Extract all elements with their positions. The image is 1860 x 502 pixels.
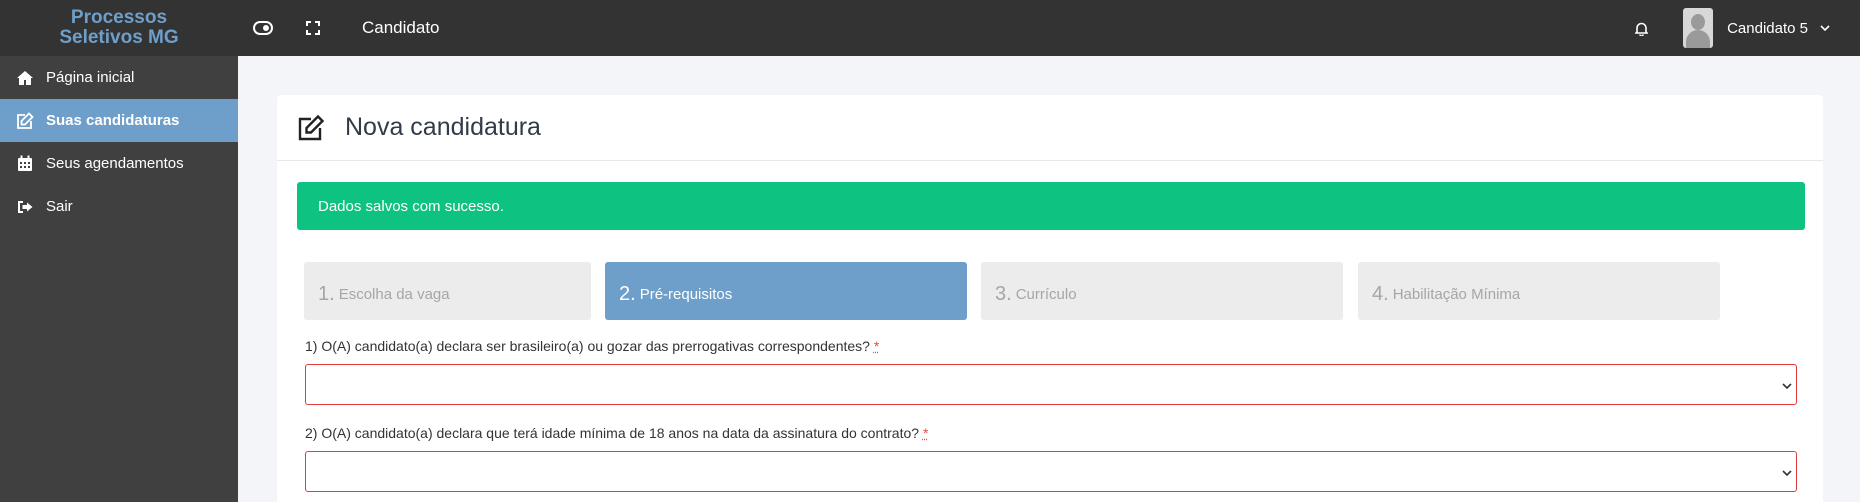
page-title: Nova candidatura bbox=[345, 113, 541, 142]
step-habilitacao-minima[interactable]: 4. Habilitação Mínima bbox=[1358, 262, 1720, 320]
step-label: Habilitação Mínima bbox=[1393, 286, 1521, 303]
avatar[interactable] bbox=[1683, 8, 1713, 48]
step-number: 2. bbox=[619, 283, 636, 306]
step-number: 3. bbox=[995, 283, 1012, 306]
question-text: 1) O(A) candidato(a) declara ser brasile… bbox=[305, 338, 870, 354]
chevron-down-icon[interactable] bbox=[1820, 25, 1830, 31]
sidebar-item-label: Seus agendamentos bbox=[46, 155, 184, 172]
step-label: Pré-requisitos bbox=[640, 286, 733, 303]
question-2-select[interactable] bbox=[305, 451, 1797, 492]
toggle-sidebar-icon[interactable] bbox=[238, 0, 288, 56]
step-label: Currículo bbox=[1016, 286, 1077, 303]
alert-message: Dados salvos com sucesso. bbox=[318, 198, 504, 215]
sidebar-item-sair[interactable]: Sair bbox=[0, 185, 238, 228]
bell-icon[interactable] bbox=[1611, 21, 1671, 36]
top-navbar: Processos Seletivos MG Candidato Candida… bbox=[0, 0, 1860, 56]
sidebar: Página inicial Suas candidaturas Seus ag… bbox=[0, 56, 238, 502]
sign-out-icon bbox=[16, 198, 34, 216]
question-text: 2) O(A) candidato(a) declara que terá id… bbox=[305, 425, 919, 441]
step-number: 4. bbox=[1372, 283, 1389, 306]
home-icon bbox=[16, 69, 34, 87]
required-mark: * bbox=[874, 338, 879, 354]
fullscreen-icon[interactable] bbox=[288, 0, 338, 56]
brand-logo[interactable]: Processos Seletivos MG bbox=[0, 0, 238, 56]
step-curriculo[interactable]: 3. Currículo bbox=[981, 262, 1343, 320]
sidebar-item-candidaturas[interactable]: Suas candidaturas bbox=[0, 99, 238, 142]
step-label: Escolha da vaga bbox=[339, 286, 450, 303]
question-1-label: 1) O(A) candidato(a) declara ser brasile… bbox=[305, 338, 879, 354]
step-number: 1. bbox=[318, 283, 335, 306]
page-context-title: Candidato bbox=[362, 18, 440, 38]
sidebar-item-label: Sair bbox=[46, 198, 73, 215]
step-pre-requisitos[interactable]: 2. Pré-requisitos bbox=[605, 262, 967, 320]
chevron-down-icon bbox=[1782, 376, 1792, 394]
user-name[interactable]: Candidato 5 bbox=[1727, 20, 1808, 37]
sidebar-item-label: Página inicial bbox=[46, 69, 134, 86]
card-header: Nova candidatura bbox=[277, 95, 1823, 161]
edit-icon bbox=[297, 113, 327, 143]
question-2-label: 2) O(A) candidato(a) declara que terá id… bbox=[305, 425, 928, 441]
chevron-down-icon bbox=[1782, 463, 1792, 481]
brand-line-1: Processos bbox=[59, 8, 178, 28]
sidebar-item-home[interactable]: Página inicial bbox=[0, 56, 238, 99]
sidebar-item-agendamentos[interactable]: Seus agendamentos bbox=[0, 142, 238, 185]
sidebar-item-label: Suas candidaturas bbox=[46, 112, 179, 129]
question-1-select[interactable] bbox=[305, 364, 1797, 405]
success-alert: Dados salvos com sucesso. bbox=[297, 182, 1805, 230]
step-escolha-da-vaga[interactable]: 1. Escolha da vaga bbox=[304, 262, 591, 320]
required-mark: * bbox=[923, 425, 928, 441]
main-card: Nova candidatura Dados salvos com sucess… bbox=[277, 95, 1823, 502]
edit-icon bbox=[16, 112, 34, 130]
calendar-icon bbox=[16, 155, 34, 173]
brand-line-2: Seletivos MG bbox=[59, 28, 178, 48]
